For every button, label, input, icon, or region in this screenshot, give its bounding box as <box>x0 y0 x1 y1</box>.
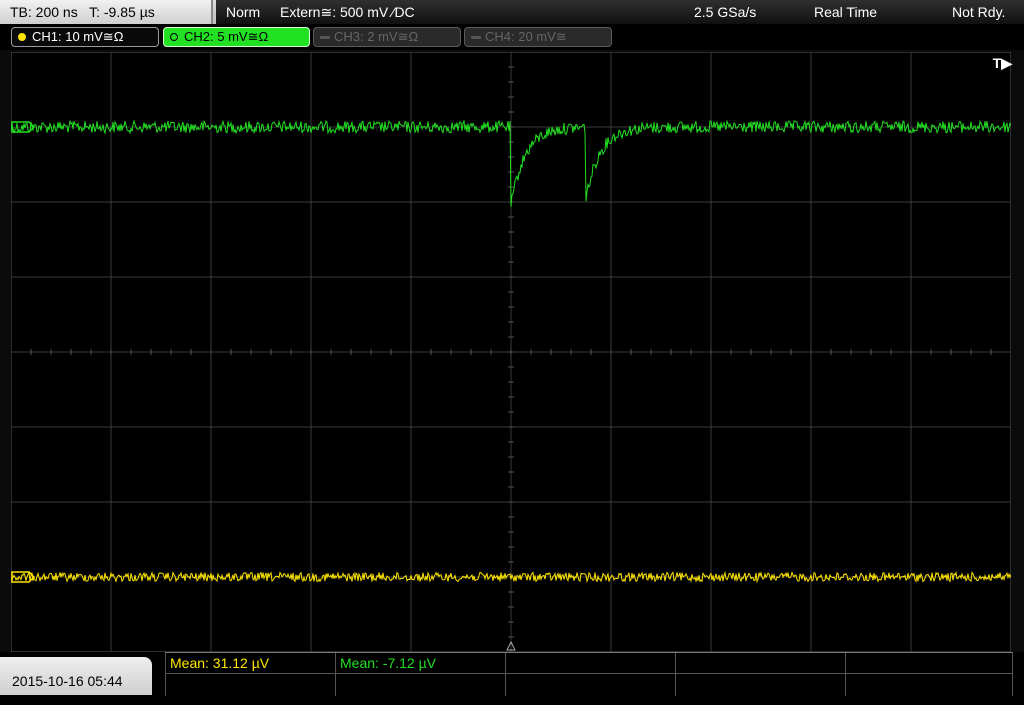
measurement-divider <box>1012 653 1013 696</box>
datetime-display: 2015-10-16 05:44 <box>0 657 152 695</box>
channel-2-button[interactable]: CH2: 5 mV≅Ω <box>163 27 310 47</box>
channel-bar: CH1: 10 mV≅Ω CH2: 5 mV≅Ω CH3: 2 mV≅Ω CH4… <box>0 24 1024 50</box>
measurement-row-divider <box>165 673 1013 674</box>
channel-2-label: CH2: 5 mV≅Ω <box>184 29 269 44</box>
measurement-ch2-mean[interactable]: Mean: -7.12 µV <box>335 653 505 673</box>
channel-4-button[interactable]: CH4: 20 mV≅ <box>464 27 612 47</box>
measurement-ch1-mean[interactable]: Mean: 31.12 µV <box>165 653 335 673</box>
trigger-source[interactable]: Extern≅: 500 mV ⁄DC <box>280 0 415 24</box>
acquisition-status-bar: Norm Extern≅: 500 mV ⁄DC 2.5 GSa/s Real … <box>216 0 1024 24</box>
top-bar: TB: 200 ns T: -9.85 µs Norm Extern≅: 500… <box>0 0 1024 24</box>
channel-3-label: CH3: 2 mV≅Ω <box>334 29 419 44</box>
acquisition-mode[interactable]: Real Time <box>814 0 877 24</box>
channel-4-label: CH4: 20 mV≅ <box>485 29 567 44</box>
channel-4-indicator-icon <box>471 36 481 39</box>
channel-1-button[interactable]: CH1: 10 mV≅Ω <box>11 27 159 47</box>
measurement-panel: Mean: 31.12 µV Mean: -7.12 µV <box>165 652 1013 696</box>
channel-1-indicator-icon <box>18 33 26 41</box>
measurement-slot-5[interactable] <box>845 653 1012 673</box>
measurement-slot-4[interactable] <box>675 653 845 673</box>
waveform-display[interactable] <box>11 52 1011 652</box>
timebase-readout[interactable]: TB: 200 ns T: -9.85 µs <box>0 0 213 24</box>
sample-rate[interactable]: 2.5 GSa/s <box>694 0 756 24</box>
channel-3-button[interactable]: CH3: 2 mV≅Ω <box>313 27 461 47</box>
trigger-mode[interactable]: Norm <box>226 0 260 24</box>
channel-3-indicator-icon <box>320 36 330 39</box>
channel-1-label: CH1: 10 mV≅Ω <box>32 29 124 44</box>
trigger-position-marker: T▶ <box>992 55 1012 71</box>
channel-2-indicator-icon <box>170 33 178 41</box>
trigger-status: Not Rdy. <box>952 4 1006 20</box>
measurement-slot-3[interactable] <box>505 653 675 673</box>
